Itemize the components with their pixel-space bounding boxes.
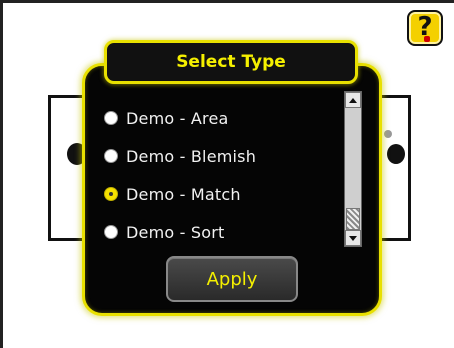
- radio-icon[interactable]: [104, 111, 118, 125]
- option-demo-sort[interactable]: Demo - Sort: [100, 217, 340, 247]
- option-demo-area[interactable]: Demo - Area: [100, 103, 340, 133]
- apply-button[interactable]: Apply: [166, 256, 298, 302]
- option-demo-match[interactable]: Demo - Match: [100, 179, 340, 209]
- arrow-up-icon: [349, 97, 357, 103]
- scroll-track[interactable]: [345, 108, 361, 230]
- arrow-down-icon: [349, 235, 357, 241]
- option-list-scrollbar[interactable]: [344, 91, 362, 247]
- scroll-thumb[interactable]: [346, 208, 360, 230]
- dialog-title-bar: Select Type: [104, 40, 358, 84]
- option-label: Demo - Match: [126, 184, 241, 204]
- dialog-title: Select Type: [176, 52, 286, 72]
- option-label: Demo - Sort: [126, 222, 225, 242]
- option-demo-blemish[interactable]: Demo - Blemish: [100, 141, 340, 171]
- radio-icon[interactable]: [104, 225, 118, 239]
- radio-selected-icon[interactable]: [104, 187, 118, 201]
- apply-button-label: Apply: [206, 268, 258, 290]
- option-label: Demo - Area: [126, 108, 229, 128]
- background-dot: [384, 130, 392, 138]
- option-label: Demo - Blemish: [126, 146, 257, 166]
- help-button[interactable]: ?: [407, 10, 443, 46]
- scroll-down-button[interactable]: [345, 230, 361, 246]
- scroll-up-button[interactable]: [345, 92, 361, 108]
- help-icon-dot: [424, 36, 430, 42]
- background-shape-right: [387, 144, 405, 164]
- radio-icon[interactable]: [104, 149, 118, 163]
